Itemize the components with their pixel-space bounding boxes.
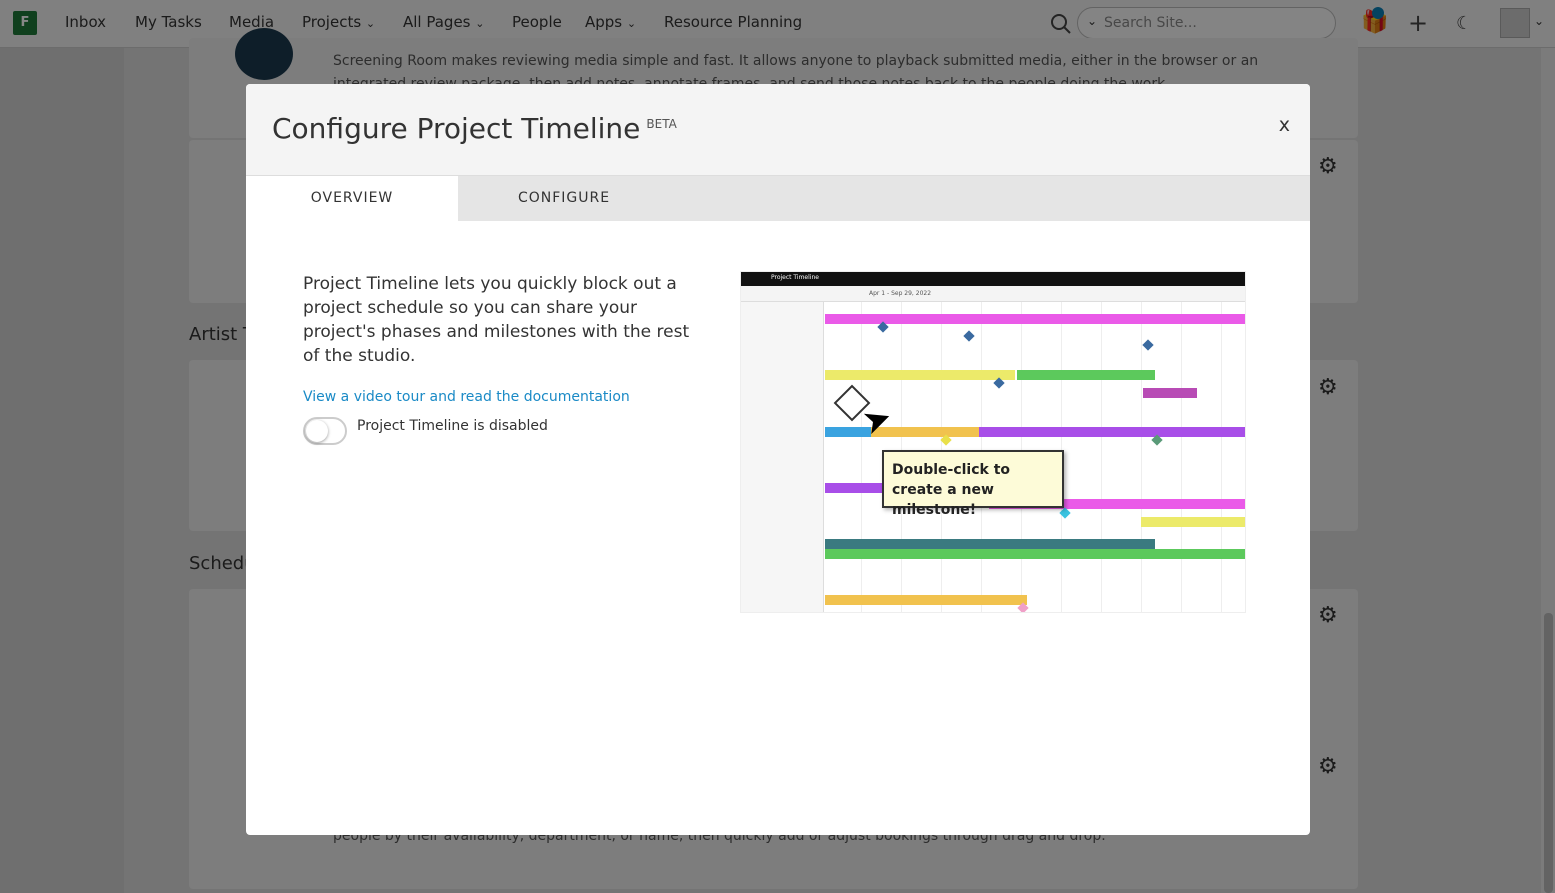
tab-configure[interactable]: CONFIGURE	[458, 176, 670, 221]
preview-project-list	[741, 302, 824, 612]
modal-tabs: OVERVIEW CONFIGURE	[246, 176, 1310, 221]
preview-milestone	[963, 330, 975, 342]
modal-header: Configure Project Timeline BETA x	[246, 84, 1310, 176]
preview-date-range: Apr 1 - Sep 29, 2022	[869, 290, 932, 297]
preview-bar	[1141, 517, 1245, 527]
configure-timeline-modal: Configure Project Timeline BETA x OVERVIE…	[246, 84, 1310, 835]
video-tour-link[interactable]: View a video tour and read the documenta…	[303, 389, 630, 405]
preview-bar	[1017, 370, 1155, 380]
tab-overview[interactable]: OVERVIEW	[246, 176, 458, 221]
toggle-knob	[306, 420, 328, 442]
preview-bar	[979, 427, 1245, 437]
preview-bar	[825, 314, 1245, 324]
preview-bar	[825, 549, 1245, 559]
preview-callout: Double-click to create a new milestone!	[882, 450, 1064, 518]
overview-description: Project Timeline lets you quickly block …	[303, 274, 690, 366]
preview-bar	[825, 483, 885, 493]
preview-bar	[825, 539, 1155, 549]
timeline-preview-image: Project Timeline Apr 1 - Sep 29, 2022 ➤ …	[740, 271, 1246, 613]
preview-milestone	[1142, 339, 1154, 351]
preview-bar	[825, 595, 1027, 605]
timeline-toggle[interactable]	[303, 417, 347, 445]
preview-toolbar	[741, 286, 1245, 302]
close-button[interactable]: x	[1279, 114, 1290, 136]
preview-bar	[1143, 388, 1197, 398]
modal-title: Configure Project Timeline BETA	[272, 112, 677, 145]
toggle-label: Project Timeline is disabled	[357, 418, 548, 434]
preview-bar	[825, 427, 871, 437]
preview-bar	[825, 370, 1015, 380]
beta-badge: BETA	[646, 116, 677, 131]
preview-app-title: Project Timeline	[771, 274, 819, 281]
modal-title-text: Configure Project Timeline	[272, 112, 641, 145]
